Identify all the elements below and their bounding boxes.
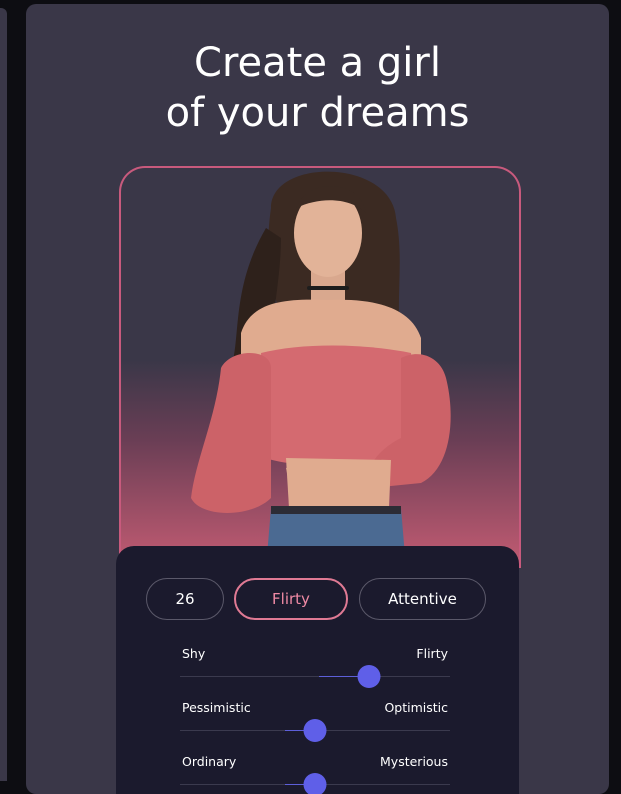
age-chip[interactable]: 26 [146, 578, 224, 620]
slider-thumb[interactable] [303, 773, 327, 794]
character-photo-frame [119, 166, 521, 568]
slider-right-label: Optimistic [384, 700, 448, 715]
previous-card-edge [0, 8, 7, 781]
slider-right-label: Flirty [416, 646, 448, 661]
customization-panel: 26 Flirty Attentive Shy Flirty Pessimist… [116, 546, 519, 794]
slider-ordinary-mysterious: Ordinary Mysterious [180, 754, 450, 794]
slider-track[interactable] [180, 676, 450, 677]
title-line-1: Create a girl [194, 40, 441, 86]
title-line-2: of your dreams [165, 90, 470, 136]
slider-shy-flirty: Shy Flirty [180, 646, 450, 692]
slider-left-label: Ordinary [182, 754, 237, 769]
slider-left-label: Shy [182, 646, 206, 661]
slider-pessimistic-optimistic: Pessimistic Optimistic [180, 700, 450, 746]
character-illustration [191, 171, 451, 568]
onboarding-card: Create a girl of your dreams 26 Flirty A… [26, 4, 609, 794]
trait-chip[interactable]: Attentive [359, 578, 486, 620]
slider-left-label: Pessimistic [182, 700, 251, 715]
slider-thumb[interactable] [357, 665, 381, 688]
page-title: Create a girl of your dreams [26, 38, 609, 138]
slider-thumb[interactable] [303, 719, 327, 742]
personality-chip-selected[interactable]: Flirty [234, 578, 348, 620]
slider-right-label: Mysterious [380, 754, 448, 769]
